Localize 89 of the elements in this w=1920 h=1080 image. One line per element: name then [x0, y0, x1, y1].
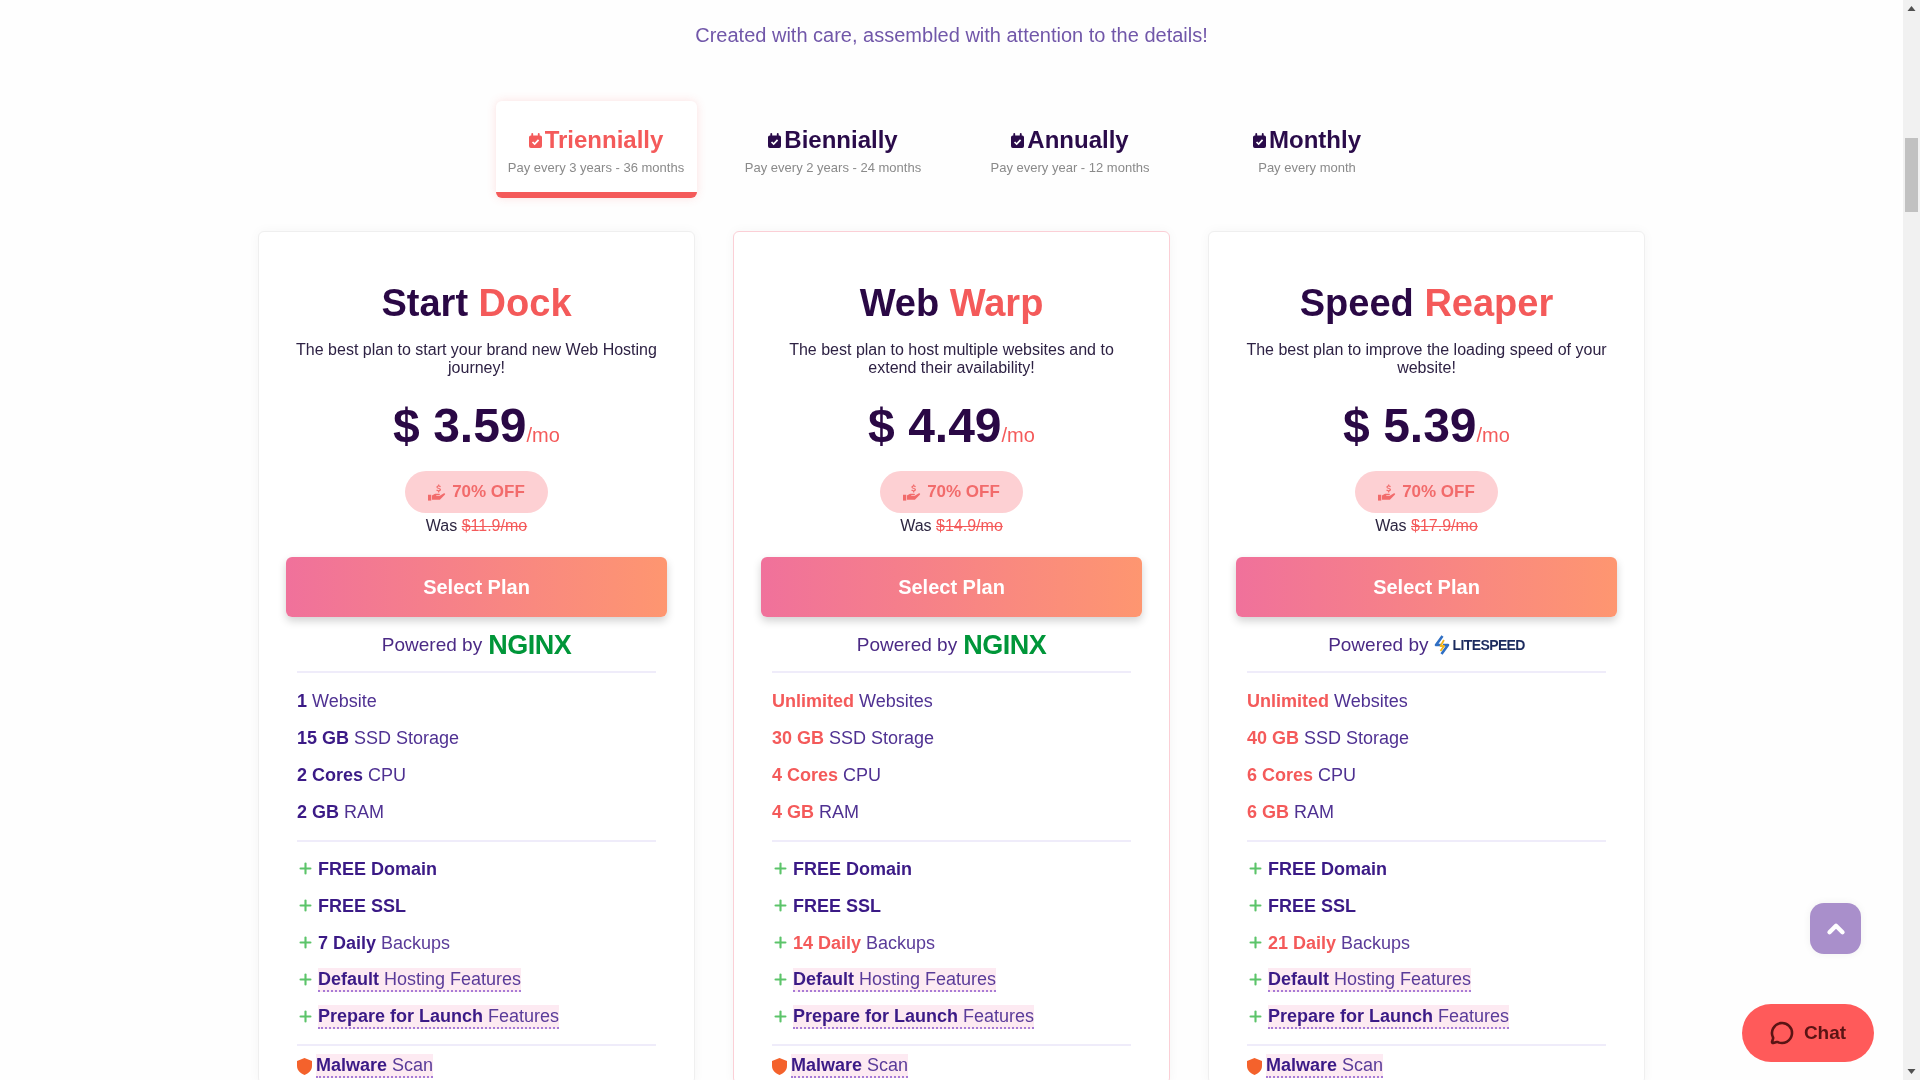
- plan-price: $ 4.49/mo: [868, 398, 1035, 454]
- billing-tab[interactable]: Biennially Pay every 2 years - 24 months: [732, 101, 934, 198]
- plan-description: The best plan to host multiple websites and to extend their availability!: [788, 341, 1115, 377]
- feature-text: 7 Daily Backups: [318, 931, 451, 954]
- plus-icon: [1247, 934, 1264, 951]
- spec-item: 40 GB SSD Storage: [1247, 726, 1410, 749]
- tooltip-term[interactable]: Prepare for Launch Features: [1268, 1004, 1510, 1029]
- tooltip-term[interactable]: Default Hosting Features: [1268, 967, 1472, 992]
- shield-icon: [772, 1057, 787, 1075]
- powered-by-label: Powered by: [1328, 633, 1429, 657]
- server-logo: NGINX: [488, 633, 572, 657]
- scrollbar[interactable]: [1903, 0, 1920, 1080]
- caret-down-icon[interactable]: [1907, 1069, 1916, 1074]
- shield-icon: [297, 1057, 312, 1075]
- scroll-top-button[interactable]: [1810, 903, 1861, 954]
- plus-icon: [1247, 860, 1264, 877]
- tooltip-term[interactable]: Prepare for Launch Features: [318, 1004, 560, 1029]
- spec-item: 2 Cores CPU: [297, 763, 407, 786]
- hand-dollar-icon: [428, 483, 447, 501]
- spec-item: 15 GB SSD Storage: [297, 726, 460, 749]
- plan-description: The best plan to start your brand new Web Hosting journey!: [295, 341, 658, 377]
- feature-text: 21 Daily Backups: [1268, 931, 1411, 954]
- plus-icon: [297, 934, 314, 951]
- powered-by-label: Powered by: [381, 633, 483, 657]
- plus-icon: [772, 860, 789, 877]
- feature-text: FREE Domain: [793, 857, 912, 880]
- spec-item: 30 GB SSD Storage: [772, 726, 935, 749]
- spec-item: Unlimited Websites: [1247, 689, 1408, 712]
- plus-icon: [1247, 897, 1264, 914]
- discount-label: 70% OFF: [1402, 482, 1475, 502]
- server-logo: NGINX: [963, 633, 1047, 657]
- plan-title: Web Warp: [858, 281, 1045, 326]
- plan-title: Speed Reaper: [1298, 281, 1555, 326]
- chat-button[interactable]: Chat: [1742, 1004, 1874, 1062]
- previous-price: Was $14.9/mo: [900, 517, 1003, 535]
- hand-dollar-icon: [903, 483, 922, 501]
- plus-icon: [772, 934, 789, 951]
- calendar-check-icon: [1253, 132, 1266, 148]
- calendar-check-icon: [768, 132, 782, 148]
- billing-tab[interactable]: Triennially Pay every 3 years - 36 months: [495, 101, 697, 198]
- plus-icon: [1247, 1008, 1264, 1025]
- spec-item: 4 Cores CPU: [772, 763, 882, 786]
- plan-description: The best plan to improve the loading speed of your website!: [1245, 341, 1608, 377]
- feature-text: FREE Domain: [1268, 857, 1387, 880]
- feature-text: FREE SSL: [793, 894, 881, 917]
- tooltip-term[interactable]: Malware Scan: [791, 1054, 909, 1078]
- plus-icon: [297, 860, 314, 877]
- tooltip-term[interactable]: Malware Scan: [1266, 1054, 1384, 1078]
- plus-icon: [772, 1008, 789, 1025]
- lightning-icon: [1434, 635, 1451, 655]
- calendar-check-icon: [1011, 132, 1025, 148]
- calendar-check-icon: [528, 132, 542, 148]
- scrollbar-thumb[interactable]: [1905, 138, 1918, 212]
- plus-icon: [1247, 971, 1264, 988]
- plus-icon: [297, 1008, 314, 1025]
- plus-icon: [297, 971, 314, 988]
- caret-up-icon[interactable]: [1907, 6, 1916, 11]
- plus-icon: [772, 971, 789, 988]
- tooltip-term[interactable]: Prepare for Launch Features: [793, 1004, 1035, 1029]
- plus-icon: [297, 897, 314, 914]
- billing-tab[interactable]: Monthly Pay every month: [1206, 101, 1408, 198]
- tooltip-term[interactable]: Malware Scan: [316, 1054, 434, 1078]
- discount-label: 70% OFF: [452, 482, 525, 502]
- feature-text: FREE SSL: [318, 894, 406, 917]
- spec-item: 2 GB RAM: [297, 800, 385, 823]
- spec-item: 4 GB RAM: [772, 800, 860, 823]
- discount-label: 70% OFF: [927, 482, 1000, 502]
- spec-item: 6 GB RAM: [1247, 800, 1335, 823]
- spec-item: Unlimited Websites: [772, 689, 933, 712]
- chat-bubble-icon: [1769, 1021, 1794, 1045]
- previous-price: Was $11.9/mo: [425, 517, 528, 535]
- feature-text: FREE SSL: [1268, 894, 1356, 917]
- tagline: Created with care, assembled with attention to the details!: [695, 23, 1208, 48]
- feature-text: 14 Daily Backups: [793, 931, 936, 954]
- plan-price: $ 5.39/mo: [1343, 398, 1510, 454]
- shield-icon: [1247, 1057, 1262, 1075]
- powered-by-label: Powered by: [856, 633, 958, 657]
- spec-item: 1 Website: [297, 689, 377, 712]
- tooltip-term[interactable]: Default Hosting Features: [318, 967, 522, 992]
- billing-tab[interactable]: Annually Pay every year - 12 months: [969, 101, 1171, 198]
- spec-item: 6 Cores CPU: [1247, 763, 1357, 786]
- plan-title: Start Dock: [380, 281, 573, 326]
- feature-text: FREE Domain: [318, 857, 437, 880]
- tooltip-term[interactable]: Default Hosting Features: [793, 967, 997, 992]
- plan-price: $ 3.59/mo: [393, 398, 560, 454]
- hand-dollar-icon: [1378, 483, 1397, 501]
- previous-price: Was $17.9/mo: [1375, 517, 1478, 535]
- server-logo: LITESPEED: [1452, 636, 1525, 655]
- plus-icon: [772, 897, 789, 914]
